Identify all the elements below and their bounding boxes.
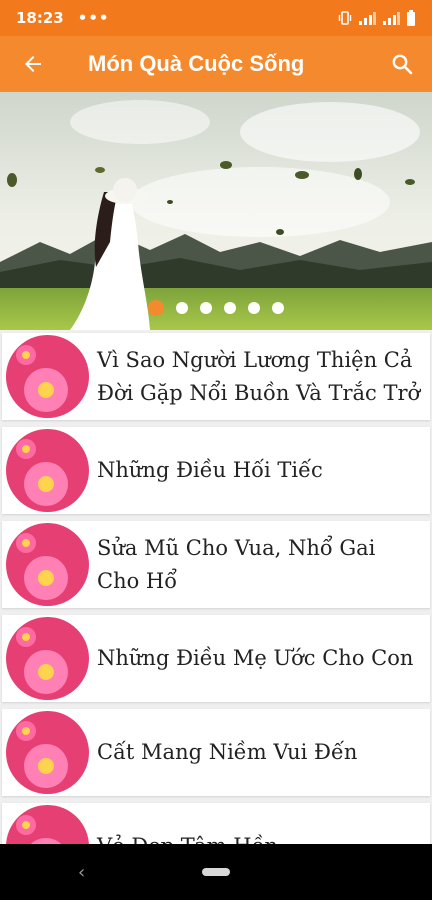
banner-page-indicator: [0, 300, 432, 316]
search-button[interactable]: [372, 36, 432, 92]
signal-icon: [359, 12, 376, 25]
list-item[interactable]: Vì Sao Người Lương Thiện Cả Đời Gặp Nổi …: [2, 333, 430, 420]
banner-slider[interactable]: [0, 92, 432, 330]
flower-thumbnail: [6, 523, 89, 606]
list-item[interactable]: Sửa Mũ Cho Vua, Nhổ Gai Cho Hổ: [2, 521, 430, 608]
status-icons: [338, 10, 416, 26]
list-item[interactable]: Cất Mang Niềm Vui Đến: [2, 709, 430, 796]
list-item[interactable]: Những Điều Hối Tiếc: [2, 427, 430, 514]
page-dot[interactable]: [248, 302, 260, 314]
page-dot[interactable]: [200, 302, 212, 314]
flower-thumbnail: [6, 617, 89, 700]
app-bar: Món Quà Cuộc Sống: [0, 36, 432, 92]
page-dot[interactable]: [224, 302, 236, 314]
vibrate-icon: [338, 11, 352, 25]
list-item-title: Cất Mang Niềm Vui Đến: [97, 740, 358, 764]
list-item[interactable]: Những Điều Mẹ Ước Cho Con: [2, 615, 430, 702]
arrow-left-icon: [25, 56, 41, 72]
nav-home-pill[interactable]: [202, 868, 230, 876]
status-overflow: •••: [77, 9, 110, 27]
page-dot[interactable]: [148, 300, 164, 316]
flower-thumbnail: [6, 335, 89, 418]
battery-icon: [407, 10, 415, 26]
status-bar: 18:23 •••: [0, 0, 432, 36]
signal-icon: [383, 12, 400, 25]
search-icon: [392, 54, 413, 75]
flower-thumbnail: [6, 711, 89, 794]
list-item-title: Những Điều Hối Tiếc: [97, 458, 323, 482]
page-dot[interactable]: [176, 302, 188, 314]
system-nav-bar: ‹: [0, 844, 432, 900]
list-item-title: Sửa Mũ Cho Vua, Nhổ Gai Cho Hổ: [97, 535, 376, 593]
list-item-title: Vì Sao Người Lương Thiện Cả Đời Gặp Nổi …: [97, 347, 421, 405]
flower-thumbnail: [6, 429, 89, 512]
nav-back-icon[interactable]: ‹: [78, 862, 85, 883]
page-dot[interactable]: [272, 302, 284, 314]
girl-in-field-image: [0, 92, 432, 330]
back-button[interactable]: [0, 36, 66, 92]
list-item-title: Những Điều Mẹ Ước Cho Con: [97, 646, 414, 670]
status-time: 18:23: [16, 9, 64, 27]
page-title: Món Quà Cuộc Sống: [88, 51, 305, 76]
